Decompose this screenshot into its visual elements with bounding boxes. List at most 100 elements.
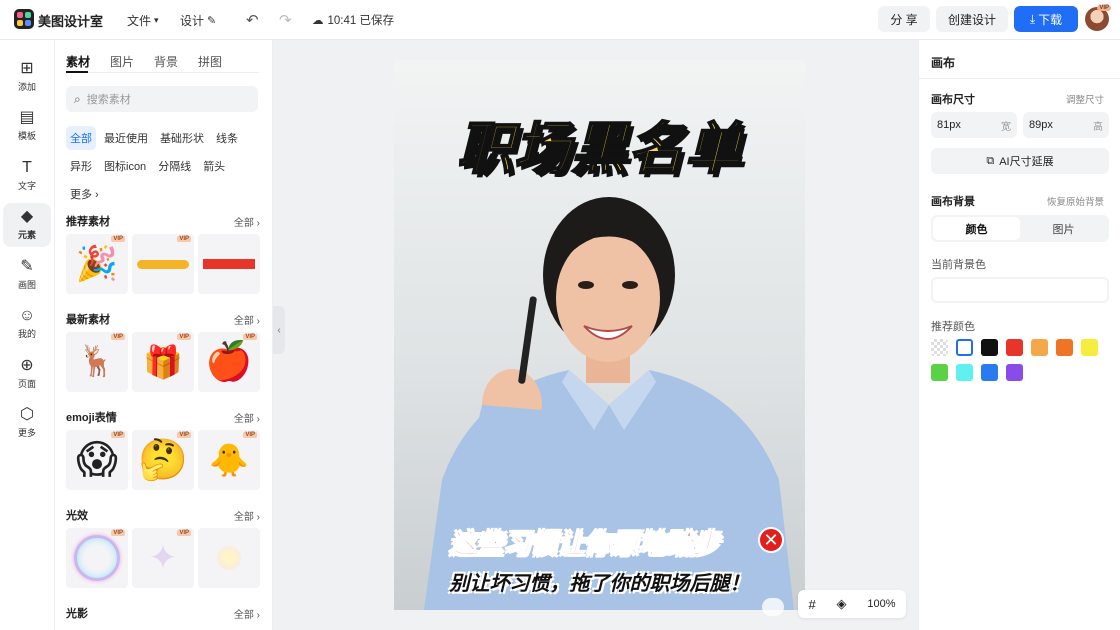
swatch-red[interactable]: [1006, 339, 1023, 356]
seg-image[interactable]: 图片: [1020, 217, 1107, 240]
shapes-icon: ◆: [20, 208, 34, 225]
search-input[interactable]: ⌕ 搜索素材: [66, 86, 258, 112]
save-status: ☁ 10:41 已保存: [312, 12, 394, 28]
section-latest: 最新素材 全部 › 🦌 VIP 🎁 VIP 🍎 VIP: [66, 312, 260, 392]
chip-more[interactable]: 更多 ›: [66, 182, 103, 206]
asset-screaming-emoji[interactable]: 😱 VIP: [66, 430, 128, 490]
page-icon: ⊕: [20, 357, 34, 374]
rail-item-mine[interactable]: ☺ 我的: [3, 302, 51, 346]
seg-color[interactable]: 颜色: [933, 217, 1020, 240]
avatar[interactable]: VIP: [1085, 5, 1111, 31]
swatch-green[interactable]: [931, 364, 948, 381]
download-button[interactable]: ⤓ 下载: [1014, 6, 1078, 32]
current-bg-color-field[interactable]: [931, 277, 1109, 303]
asset-snow-globe-gift[interactable]: 🎁 VIP: [132, 332, 194, 392]
rail-item-draw[interactable]: ✎ 画图: [3, 253, 51, 297]
vip-badge: VIP: [1097, 5, 1111, 11]
poster-headline[interactable]: 职场黑名单: [394, 104, 805, 185]
app-name[interactable]: 美图设计室: [38, 11, 103, 30]
design-menu-label: 设计: [180, 14, 205, 28]
canvas-bg-label: 画布背景: [931, 196, 975, 208]
asset-chick-checklist[interactable]: 🐥 VIP: [198, 430, 260, 490]
chip-basic-shapes[interactable]: 基础形状: [156, 126, 208, 150]
asset-bubble-ring[interactable]: VIP: [66, 528, 128, 588]
chip-dividers[interactable]: 分隔线: [154, 154, 195, 178]
share-button[interactable]: 分 享: [878, 6, 930, 32]
asset-sparkle-glow[interactable]: ✦ VIP: [132, 528, 194, 588]
see-all-link[interactable]: 全部 ›: [234, 214, 260, 229]
create-design-button[interactable]: 创建设计: [936, 6, 1008, 32]
swatch-purple[interactable]: [1006, 364, 1023, 381]
collapse-panel-handle[interactable]: ‹: [273, 306, 285, 354]
rail-item-label: 元素: [17, 230, 36, 240]
left-rail: ⊞ 添加 ▤ 模板 T 文字 ◆ 元素 ✎ 画图 ☺ 我的 ⊕ 页面 ⬡ 更多: [0, 40, 55, 630]
chip-irregular[interactable]: 异形: [66, 154, 96, 178]
rail-item-templates[interactable]: ▤ 模板: [3, 104, 51, 148]
asset-red-apple[interactable]: 🍎 VIP: [198, 332, 260, 392]
rail-item-label: 文字: [17, 181, 36, 191]
rail-item-text[interactable]: T 文字: [3, 154, 51, 198]
chip-more-label: 更多: [70, 189, 92, 201]
height-field[interactable]: 89px 高: [1023, 112, 1109, 138]
zoom-level[interactable]: 100%: [867, 598, 895, 610]
tab-materials[interactable]: 素材: [66, 53, 90, 70]
draw-icon: ✎: [20, 258, 34, 275]
chip-all[interactable]: 全部: [66, 126, 96, 150]
canvas-helper-dot[interactable]: [762, 598, 784, 616]
restore-bg-link[interactable]: 恢复原始背景: [1047, 194, 1104, 208]
file-menu[interactable]: 文件 ▾: [127, 12, 159, 29]
rail-item-elements[interactable]: ◆ 元素: [3, 203, 51, 247]
see-all-link[interactable]: 全部 ›: [234, 312, 260, 327]
rail-item-pages[interactable]: ⊕ 页面: [3, 352, 51, 396]
swatch-cyan[interactable]: [956, 364, 973, 381]
canvas-settings-panel: 画布 画布尺寸 调整尺寸 81px 宽 89px 高 ⧉ AI尺寸延展 画布背景…: [918, 40, 1120, 630]
design-canvas[interactable]: 职场黑名单 这些习惯让你原地踏步 ✕ 别让坏习惯，拖了你的职场后腿！: [394, 60, 805, 610]
app-logo[interactable]: [14, 9, 34, 29]
asset-reindeer-sleigh[interactable]: 🦌 VIP: [66, 332, 128, 392]
tab-collage[interactable]: 拼图: [198, 53, 222, 70]
chip-arrows[interactable]: 箭头: [199, 154, 229, 178]
swatch-black[interactable]: [981, 339, 998, 356]
tab-images[interactable]: 图片: [110, 53, 134, 70]
tab-backgrounds[interactable]: 背景: [154, 53, 178, 70]
asset-soft-glow[interactable]: [198, 528, 260, 588]
chip-lines[interactable]: 线条: [212, 126, 242, 150]
section-title: 光效: [66, 510, 88, 522]
asset-tabs: 素材 图片 背景 拼图: [66, 53, 222, 70]
save-status-label: 10:41 已保存: [327, 15, 394, 27]
poster-tagline[interactable]: 别让坏习惯，拖了你的职场后腿！: [394, 567, 805, 596]
width-field[interactable]: 81px 宽: [931, 112, 1017, 138]
rail-item-label: 画图: [17, 280, 36, 290]
rail-item-label: 我的: [17, 329, 36, 339]
grid-icon[interactable]: #: [808, 597, 815, 612]
height-value: 89px: [1029, 119, 1053, 131]
redo-icon[interactable]: ↷: [279, 11, 292, 29]
cube-icon: ⬡: [20, 406, 34, 423]
panel-title: 画布: [931, 56, 956, 70]
rail-item-more[interactable]: ⬡ 更多: [3, 401, 51, 445]
asset-party-popper[interactable]: 🎉 VIP: [66, 234, 128, 294]
undo-icon[interactable]: ↶: [246, 11, 259, 29]
chip-recent[interactable]: 最近使用: [100, 126, 152, 150]
poster-subtitle[interactable]: 这些习惯让你原地踏步: [394, 522, 805, 561]
layers-icon[interactable]: ◈: [837, 596, 847, 612]
asset-red-bar[interactable]: [198, 234, 260, 294]
rail-item-add[interactable]: ⊞ 添加: [3, 55, 51, 99]
design-menu[interactable]: 设计 ✎: [180, 12, 216, 29]
adjust-size-link[interactable]: 调整尺寸: [1066, 92, 1104, 106]
cloud-icon: ☁: [312, 15, 324, 27]
swatch-blue[interactable]: [981, 364, 998, 381]
asset-yellow-brush-stroke[interactable]: VIP: [132, 234, 194, 294]
swatch-orange[interactable]: [1056, 339, 1073, 356]
swatch-light-orange[interactable]: [1031, 339, 1048, 356]
asset-thinking-emoji[interactable]: 🤔 VIP: [132, 430, 194, 490]
see-all-link[interactable]: 全部 ›: [234, 606, 260, 621]
ai-size-extend-button[interactable]: ⧉ AI尺寸延展: [931, 148, 1109, 174]
swatch-transparent[interactable]: [931, 339, 948, 356]
section-title: emoji表情: [66, 412, 117, 424]
see-all-link[interactable]: 全部 ›: [234, 410, 260, 425]
swatch-white[interactable]: [956, 339, 973, 356]
swatch-yellow[interactable]: [1081, 339, 1098, 356]
chip-icons[interactable]: 图标icon: [100, 154, 150, 178]
see-all-link[interactable]: 全部 ›: [234, 508, 260, 523]
